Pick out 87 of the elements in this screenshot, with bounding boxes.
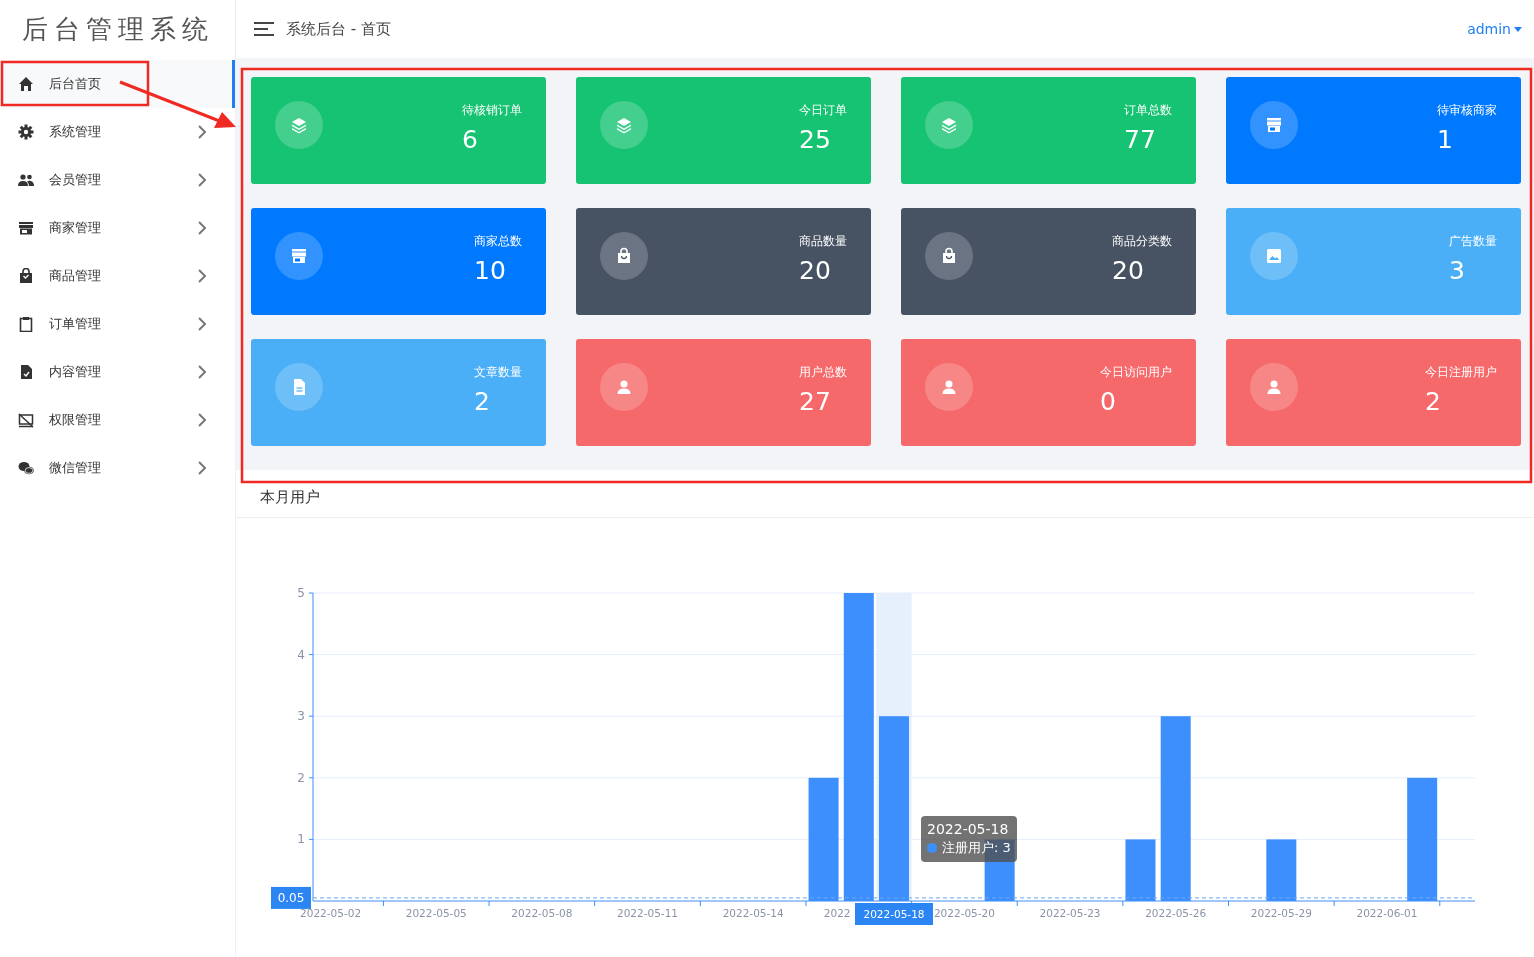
bar[interactable] — [808, 777, 839, 901]
stat-value: 2 — [1425, 387, 1442, 416]
axis-label: 2022-05-14 — [722, 907, 784, 919]
axis-label: 4 — [297, 647, 305, 662]
store-icon — [18, 220, 34, 236]
sidebar-item[interactable]: 会员管理 — [0, 156, 235, 204]
stat-value: 20 — [1112, 256, 1145, 285]
stat-label: 今日访问用户 — [1100, 364, 1172, 381]
stat-value: 1 — [1437, 125, 1454, 154]
axis-pointer-label: 2022-05-18 — [863, 908, 925, 920]
menu-icon[interactable] — [254, 21, 274, 37]
axis-label: 2 — [297, 770, 305, 785]
axis-label: 2022-06-01 — [1356, 907, 1418, 919]
sidebar-item[interactable]: 商品管理 — [0, 252, 235, 300]
store-icon — [1250, 101, 1298, 149]
axis-label: 2022-05-26 — [1145, 907, 1207, 919]
stat-value: 10 — [474, 256, 507, 285]
stat-label: 广告数量 — [1449, 233, 1497, 250]
stat-label: 今日注册用户 — [1425, 364, 1497, 381]
user-icon — [600, 363, 648, 411]
reference-line-label: 0.05 — [277, 890, 305, 905]
home-icon — [18, 76, 34, 92]
axis-label: 2022-05-23 — [1039, 907, 1101, 919]
stat-label: 商品分类数 — [1112, 233, 1172, 250]
stat-value: 6 — [462, 125, 479, 154]
store-icon — [275, 232, 323, 280]
axis-label: 2022-05-20 — [933, 907, 995, 919]
axis-label: 2022-05-02 — [300, 907, 362, 919]
user-icon — [1250, 363, 1298, 411]
chat-bubbles-icon — [18, 460, 34, 476]
stat-value: 20 — [799, 256, 832, 285]
user-menu[interactable]: admin — [1467, 21, 1522, 37]
bar[interactable] — [1407, 777, 1438, 901]
stat-label: 待审核商家 — [1437, 102, 1497, 119]
axis-label: 2022-05-29 — [1250, 907, 1312, 919]
sidebar-item[interactable]: 订单管理 — [0, 300, 235, 348]
document-icon — [275, 363, 323, 411]
reference-line-badge — [271, 886, 311, 909]
bag-icon — [18, 268, 34, 284]
stat-label: 商家总数 — [474, 233, 522, 250]
stat-label: 待核销订单 — [462, 102, 522, 119]
sidebar-item[interactable]: 权限管理 — [0, 396, 235, 444]
settings-icon — [18, 124, 34, 140]
clipboard-icon — [18, 316, 34, 332]
bar[interactable] — [1160, 716, 1191, 901]
axis-label: 3 — [297, 709, 305, 724]
stat-label: 文章数量 — [474, 364, 522, 381]
layers-icon — [925, 101, 973, 149]
tooltip-value: 注册用户: 3 — [942, 839, 1011, 857]
panel-title: 本月用户 — [236, 470, 1534, 518]
user-icon — [925, 363, 973, 411]
tooltip-title: 2022-05-18 — [927, 821, 1010, 837]
axis-label: 1 — [297, 832, 305, 847]
bar[interactable] — [1266, 839, 1297, 901]
stat-label: 用户总数 — [799, 364, 847, 381]
stat-value: 3 — [1449, 256, 1466, 285]
bag-icon — [600, 232, 648, 280]
bar[interactable] — [1125, 839, 1156, 901]
sidebar-item[interactable]: 系统管理 — [0, 108, 235, 156]
people-icon — [18, 172, 34, 188]
stat-value: 2 — [474, 387, 491, 416]
bag-icon — [925, 232, 973, 280]
stat-value: 25 — [799, 125, 832, 154]
stat-label: 商品数量 — [799, 233, 847, 250]
stat-value: 77 — [1124, 125, 1157, 154]
stat-value: 27 — [799, 387, 832, 416]
layers-icon — [600, 101, 648, 149]
axis-label: 2022-05-11 — [617, 907, 679, 919]
image-icon — [1250, 232, 1298, 280]
stat-label: 今日订单 — [799, 102, 847, 119]
sidebar-item[interactable]: 微信管理 — [0, 444, 235, 492]
layers-icon — [275, 101, 323, 149]
monitor-icon — [18, 412, 34, 428]
breadcrumb: 系统后台 - 首页 — [286, 19, 392, 39]
bar[interactable] — [843, 593, 874, 901]
stat-label: 订单总数 — [1124, 102, 1172, 119]
axis-label: 2022 — [823, 907, 851, 919]
sidebar-item[interactable]: 内容管理 — [0, 348, 235, 396]
sidebar-item[interactable]: 商家管理 — [0, 204, 235, 252]
app-title: 后台管理系统 — [20, 12, 215, 46]
axis-label: 2022-05-08 — [511, 907, 573, 919]
sidebar-item[interactable]: 后台首页 — [0, 60, 235, 108]
document-icon — [18, 364, 34, 380]
axis-label: 2022-05-05 — [405, 907, 467, 919]
caret-icon — [1514, 26, 1522, 32]
stat-value: 0 — [1100, 387, 1117, 416]
axis-label: 5 — [297, 586, 305, 600]
